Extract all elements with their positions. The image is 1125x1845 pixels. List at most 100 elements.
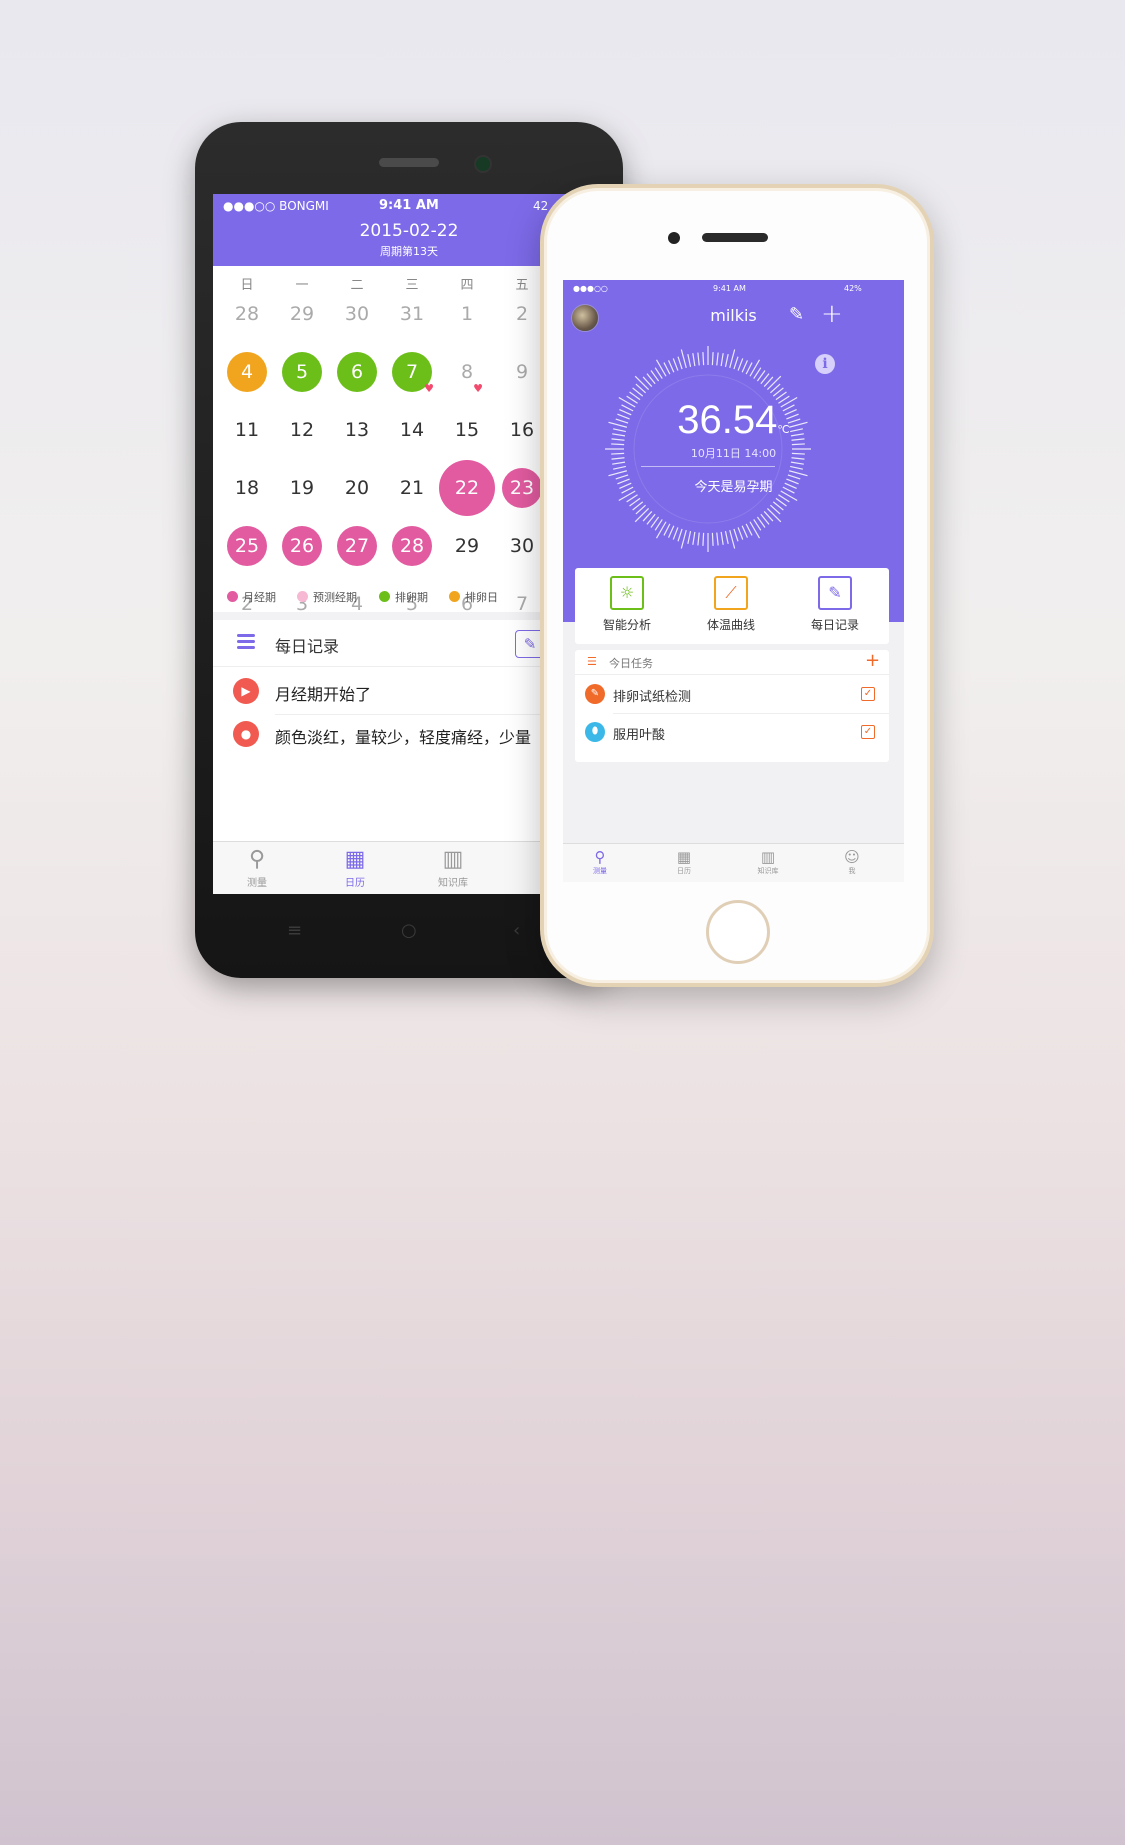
calendar-day[interactable]: 12 [282, 410, 322, 450]
calendar-day[interactable]: 31 [392, 294, 432, 334]
calendar-day-period[interactable]: 23 [502, 468, 542, 508]
calendar-day[interactable]: 9 [502, 352, 542, 392]
iphone-status-bar: ●●●○○ 9:41 AM 42% [563, 280, 904, 296]
weekday-label: 一 [295, 278, 309, 293]
calendar-day[interactable]: 8 ♥ [447, 352, 487, 394]
calendar-day[interactable]: 14 [392, 410, 432, 450]
carrier-label: ●●●○○ [573, 284, 608, 293]
dial-tick [634, 507, 650, 523]
menu-key-icon[interactable]: ≡ [287, 920, 302, 941]
tab-measure[interactable]: ⚲ 测量 [575, 848, 625, 876]
dial-tick [680, 349, 687, 369]
dial-tick [711, 532, 714, 546]
calendar-day-period[interactable]: 25 [227, 526, 267, 566]
calendar-day[interactable]: 28 [227, 294, 267, 334]
calendar-day-period[interactable]: 28 [392, 526, 432, 566]
dial-tick [663, 523, 671, 536]
home-button[interactable] [706, 900, 770, 964]
tab-label: 日历 [345, 878, 365, 889]
fertility-status: 今天是易孕期 [694, 480, 773, 495]
dial-tick [720, 531, 724, 545]
tab-calendar[interactable]: ▦ 日历 [659, 848, 709, 876]
info-icon[interactable]: i [815, 354, 835, 374]
status-time: 9:41 AM [379, 198, 439, 213]
temperature-curve-button[interactable]: ⟋ 体温曲线 [691, 576, 771, 633]
tab-me[interactable]: ☺ 我 [827, 848, 877, 876]
calendar-day[interactable]: 29 [282, 294, 322, 334]
profile-icon: ☺ [844, 848, 860, 866]
list-icon: ☰ [587, 655, 597, 668]
action-label: 体温曲线 [706, 618, 755, 632]
legend-dot [379, 591, 390, 602]
legend-label: 预测经期 [313, 591, 357, 604]
calendar-day-period[interactable]: 26 [282, 526, 322, 566]
dial-tick [737, 358, 744, 371]
task-item[interactable]: ⬮ 服用叶酸 ✓ [575, 714, 889, 752]
dial-tick [655, 359, 667, 377]
iphone-nav-bar: milkis ✎ + [563, 296, 904, 336]
tab-label: 测量 [593, 867, 607, 875]
dial-tick [716, 352, 719, 366]
dial-tick [672, 527, 679, 540]
calendar-day[interactable]: 20 [337, 468, 377, 508]
calendar-day[interactable]: 2 [502, 294, 542, 334]
dial-tick [711, 352, 714, 366]
calendar-day-selected[interactable]: 22 [439, 460, 495, 516]
dial-tick [720, 353, 724, 367]
task-checkbox[interactable]: ✓ [861, 687, 875, 701]
task-checkbox[interactable]: ✓ [861, 725, 875, 739]
calendar-day[interactable]: 15 [447, 410, 487, 450]
iphone: ●●●○○ 9:41 AM 42% milkis ✎ + i 36.54℃ 10… [540, 184, 934, 987]
calendar-day-ovulation[interactable]: 5 [282, 352, 322, 392]
carrier-label: ●●●○○ BONGMI [223, 199, 329, 213]
dial-tick [790, 461, 804, 465]
dial-tick [733, 528, 739, 542]
dial-tick [692, 531, 696, 545]
dial-tick [634, 375, 650, 391]
add-task-icon[interactable]: + [865, 650, 880, 671]
brush-icon[interactable]: ✎ [789, 304, 804, 325]
calendar-day[interactable]: 19 [282, 468, 322, 508]
task-item[interactable]: ✎ 排卵试纸检测 ✓ [575, 676, 889, 714]
task-text: 排卵试纸检测 [613, 690, 692, 705]
weekday-label: 日 [240, 278, 254, 293]
daily-records-title: 每日记录 [275, 637, 340, 656]
daily-record-button[interactable]: ✎ 每日记录 [795, 576, 875, 633]
smart-analysis-button[interactable]: ☼ 智能分析 [587, 576, 667, 633]
calendar-day[interactable]: 29 [447, 526, 487, 566]
calendar-day[interactable]: 30 [502, 526, 542, 566]
tab-calendar[interactable]: ▦ 日历 [325, 848, 385, 890]
tab-measure[interactable]: ⚲ 测量 [227, 848, 287, 890]
iphone-screen: ●●●○○ 9:41 AM 42% milkis ✎ + i 36.54℃ 10… [563, 280, 904, 882]
dial-tick [667, 525, 675, 538]
calendar-day[interactable]: 18 [227, 468, 267, 508]
calendar-day[interactable]: 13 [337, 410, 377, 450]
user-name: milkis [710, 306, 757, 325]
tab-knowledge[interactable]: ▥ 知识库 [743, 848, 793, 876]
calendar-day[interactable]: 1 [447, 294, 487, 334]
temperature-unit: ℃ [777, 424, 790, 436]
iphone-tab-bar: ⚲ 测量 ▦ 日历 ▥ 知识库 ☺ 我 [563, 843, 904, 882]
calendar-day-ovulation-day[interactable]: 4 [227, 352, 267, 392]
add-icon[interactable]: + [821, 299, 843, 329]
calendar-day-ovulation[interactable]: 6 [337, 352, 377, 392]
legend-dot [227, 591, 238, 602]
quick-actions: ☼ 智能分析 ⟋ 体温曲线 ✎ 每日记录 [575, 568, 889, 644]
tab-knowledge[interactable]: ▥ 知识库 [423, 848, 483, 890]
calendar-day[interactable]: 30 [337, 294, 377, 334]
back-key-icon[interactable]: ‹ [513, 920, 520, 941]
record-text: 颜色淡红，量较少，轻度痛经，少量 [275, 728, 532, 747]
calendar-day[interactable]: 11 [227, 410, 267, 450]
calendar-day[interactable]: 21 [392, 468, 432, 508]
tab-label: 我 [848, 867, 856, 875]
calendar-day[interactable]: 16 [502, 410, 542, 450]
calendar-day-period[interactable]: 27 [337, 526, 377, 566]
legend-item: 排卵日 [449, 589, 498, 605]
reading-datetime: 10月11日 14:00 [690, 447, 777, 460]
dial-tick [724, 531, 729, 545]
note-icon: ✎ [818, 576, 852, 610]
tab-label: 知识库 [438, 878, 468, 889]
battery-label: 42 [533, 199, 549, 213]
home-key-icon[interactable]: ○ [401, 920, 417, 941]
calendar-day-ovulation[interactable]: 7 ♥ [392, 352, 434, 394]
